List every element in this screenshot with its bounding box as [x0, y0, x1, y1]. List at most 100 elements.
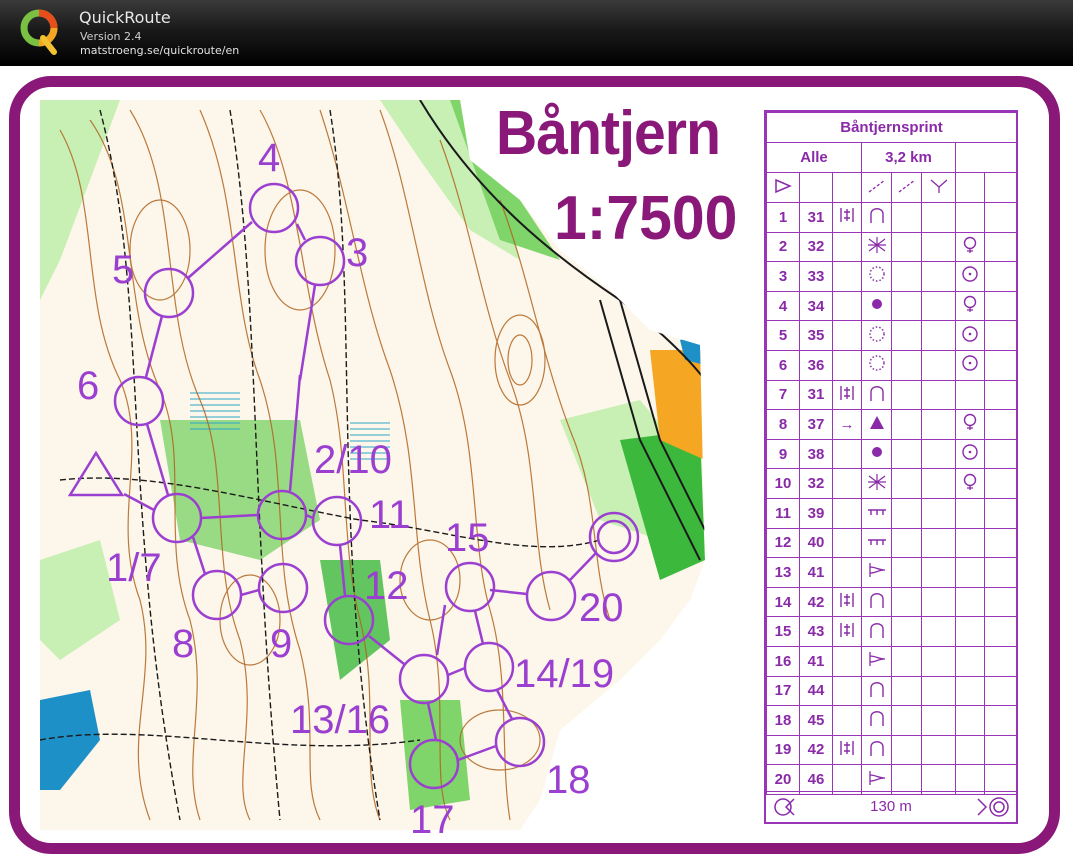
re-entrant-icon — [869, 711, 884, 727]
location-symbol — [955, 349, 985, 381]
location-symbol — [955, 705, 985, 736]
feature-symbol — [861, 409, 892, 440]
re-entrant-icon — [869, 741, 884, 756]
location-symbol — [955, 527, 985, 559]
control-code: 37 — [799, 409, 833, 440]
control-number: 2 — [766, 231, 800, 263]
feature-symbol — [861, 705, 892, 736]
direction-symbol — [832, 675, 862, 707]
control-code: 41 — [799, 645, 833, 677]
location-symbol — [955, 290, 985, 322]
direction-symbol — [832, 468, 862, 499]
location-symbol — [955, 586, 985, 618]
feature-symbol — [861, 616, 892, 647]
location-symbol — [955, 409, 985, 440]
control-number: 12 — [766, 527, 800, 559]
control-code: 32 — [799, 468, 833, 499]
direction-symbol — [832, 261, 862, 292]
description-row: 6 36 — [766, 349, 1018, 381]
description-row: 10 32 — [766, 468, 1018, 499]
description-row: 8 37 → — [766, 409, 1018, 440]
control-code: 32 — [799, 231, 833, 263]
control-label: 12 — [364, 564, 409, 608]
control-code: 40 — [799, 527, 833, 559]
start-triangle-icon — [766, 172, 800, 203]
description-row: 15 43 — [766, 616, 1018, 647]
location-symbol — [955, 468, 985, 499]
control-label: 14/19 — [514, 652, 615, 696]
feature-symbol — [861, 202, 892, 233]
description-row: 2 32 — [766, 231, 1018, 263]
feature-symbol — [861, 290, 892, 322]
circle-icon — [962, 355, 978, 371]
direction-symbol — [832, 202, 862, 233]
control-label: 17 — [410, 798, 455, 842]
re-entrant-icon — [869, 385, 884, 401]
crossing-icon — [861, 172, 892, 203]
re-entrant-icon — [869, 681, 884, 697]
control-number: 18 — [766, 705, 800, 736]
foot-icon — [963, 236, 977, 253]
control-description-sheet: Båntjernsprint Alle 3,2 km 1 31 2 32 3 3… — [764, 110, 1018, 824]
control-code: 31 — [799, 379, 833, 411]
control-label: 3 — [346, 231, 369, 275]
description-row: 12 40 — [766, 527, 1018, 559]
direction-symbol — [832, 764, 862, 795]
feature-symbol — [861, 468, 892, 499]
between-icon — [840, 593, 854, 608]
map-scale: 1:7500 — [554, 184, 738, 253]
control-label: 13/16 — [290, 698, 391, 742]
thicket-icon — [867, 473, 886, 490]
location-symbol — [955, 497, 985, 529]
feature-symbol — [861, 527, 892, 559]
map-title: Båntjern — [496, 99, 721, 168]
description-row: 19 42 — [766, 734, 1018, 766]
path-end-icon — [868, 770, 885, 785]
control-number: 20 — [766, 764, 800, 795]
control-number: 7 — [766, 379, 800, 411]
location-symbol — [955, 616, 985, 647]
feature-symbol — [861, 645, 892, 677]
dotted-circle-icon — [868, 266, 885, 283]
re-entrant-icon — [869, 208, 884, 224]
description-row: 18 45 — [766, 705, 1018, 736]
feature-symbol — [861, 379, 892, 411]
control-number: 5 — [766, 320, 800, 351]
description-row: 3 33 — [766, 261, 1018, 292]
description-table: Båntjernsprint Alle 3,2 km 1 31 2 32 3 3… — [765, 112, 1018, 795]
feature-symbol — [861, 261, 892, 292]
re-entrant-icon — [869, 593, 884, 609]
direction-symbol — [832, 586, 862, 618]
description-row: 7 31 — [766, 379, 1018, 411]
control-code: 36 — [799, 349, 833, 381]
control-label: 8 — [172, 622, 195, 666]
location-symbol — [955, 764, 985, 795]
control-code: 38 — [799, 438, 833, 470]
between-icon — [840, 208, 854, 223]
circle-icon — [962, 325, 978, 342]
control-number: 15 — [766, 616, 800, 647]
foot-icon — [963, 295, 977, 313]
control-number: 13 — [766, 557, 800, 588]
dotted-circle-icon — [868, 355, 885, 372]
re-entrant-icon — [869, 622, 884, 638]
thicket-icon — [867, 236, 886, 253]
between-icon — [840, 385, 854, 400]
direction-symbol — [832, 231, 862, 263]
feature-symbol — [861, 764, 892, 795]
description-row: 11 39 — [766, 497, 1018, 529]
control-number: 16 — [766, 645, 800, 677]
location-symbol — [955, 320, 985, 351]
feature-symbol — [861, 231, 892, 263]
direction-symbol — [832, 557, 862, 588]
feature-symbol — [861, 557, 892, 588]
class-name: Alle — [766, 142, 862, 173]
control-code: 31 — [799, 202, 833, 233]
direction-symbol — [832, 438, 862, 470]
control-label: 11 — [369, 493, 411, 537]
path-end-icon — [868, 563, 885, 578]
direction-symbol — [832, 616, 862, 647]
control-code: 45 — [799, 705, 833, 736]
control-code: 39 — [799, 497, 833, 529]
circle-icon — [962, 266, 978, 283]
